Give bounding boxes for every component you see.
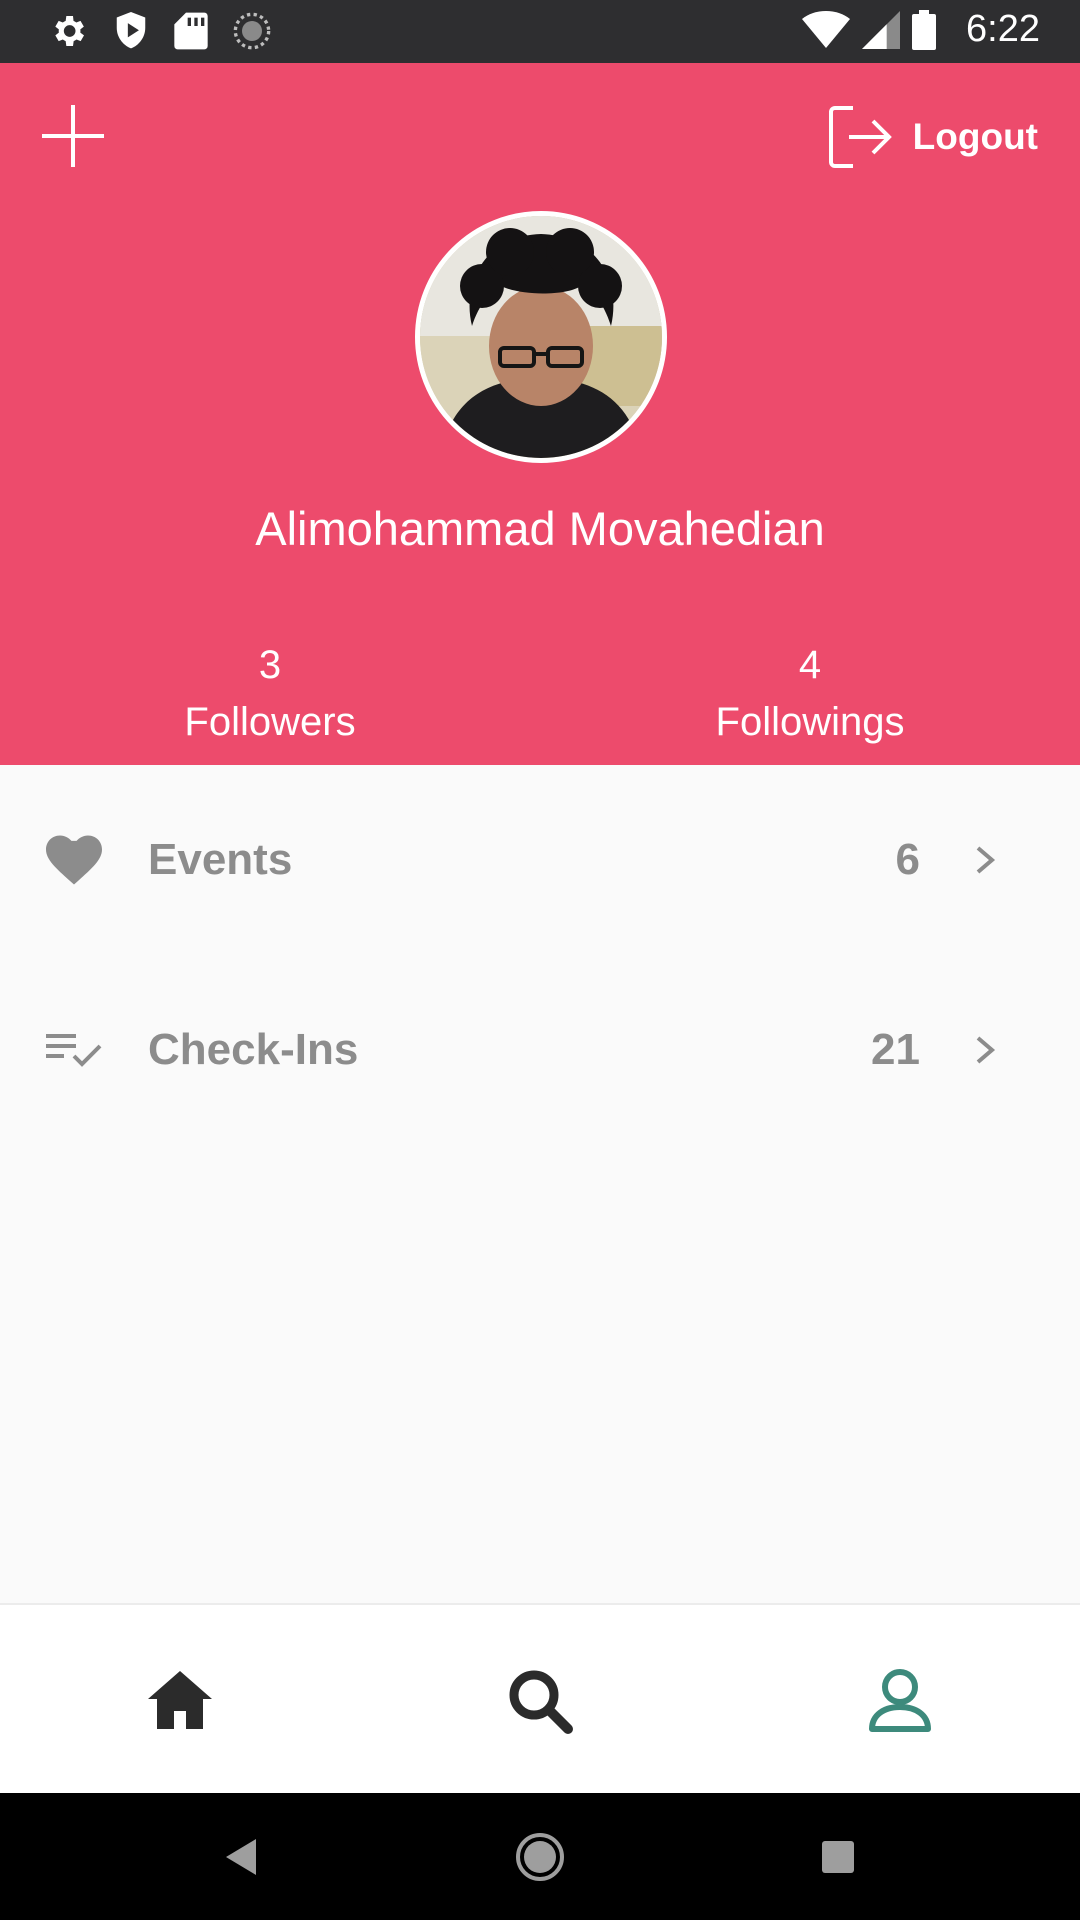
nav-home-button[interactable] (144, 1665, 216, 1737)
user-name: Alimohammad Movahedian (255, 502, 825, 555)
avatar[interactable] (415, 211, 667, 463)
signal-icon (862, 10, 901, 49)
nav-profile-button[interactable] (864, 1665, 936, 1737)
followings-stat[interactable]: 4 Followings (610, 637, 1010, 751)
check-ins-label: Check-Ins (148, 1025, 359, 1074)
followers-count: 3 (258, 643, 282, 687)
system-home-button[interactable] (508, 1825, 572, 1889)
gear-icon (55, 16, 84, 46)
status-right-icons: 6:22 (802, 8, 1040, 51)
search-icon (509, 1670, 573, 1734)
bottom-nav (0, 1603, 1080, 1793)
chevron-right-icon (976, 1036, 996, 1064)
add-button[interactable] (40, 103, 106, 169)
profile-icon (869, 1669, 931, 1732)
list-check-icon (46, 1022, 102, 1078)
followings-label: Followings (715, 700, 905, 744)
check-ins-row[interactable]: Check-Ins 21 (0, 990, 1080, 1110)
shield-play-icon (116, 12, 146, 49)
logout-label: Logout (912, 116, 1038, 157)
avatar-photo (420, 216, 662, 458)
events-count: 6 (895, 835, 920, 884)
home-circle-icon (516, 1833, 564, 1881)
system-recents-button[interactable] (806, 1825, 870, 1889)
profile-header: Logout Alimohammad Movahedian 3 Follower… (0, 63, 1080, 765)
status-time: 6:22 (966, 8, 1040, 50)
battery-icon (912, 9, 937, 50)
followers-label: Followers (184, 700, 356, 744)
plus-icon (42, 105, 104, 167)
logout-icon (828, 106, 892, 168)
followers-stat[interactable]: 3 Followers (70, 637, 470, 751)
system-nav-bar (0, 1793, 1080, 1920)
events-row[interactable]: Events 6 (0, 800, 1080, 920)
system-back-button[interactable] (210, 1825, 274, 1889)
check-ins-count: 21 (871, 1025, 920, 1074)
chevron-right-icon (976, 846, 996, 874)
sd-card-icon (174, 12, 208, 50)
home-icon (148, 1671, 212, 1729)
status-bar: 6:22 (0, 0, 1080, 63)
status-left-icons (48, 10, 272, 52)
heart-icon (46, 832, 102, 888)
back-icon (226, 1839, 256, 1875)
sync-icon (233, 12, 271, 50)
nav-search-button[interactable] (504, 1665, 576, 1737)
followings-count: 4 (798, 643, 822, 687)
recents-icon (822, 1841, 854, 1873)
wifi-icon (802, 10, 851, 48)
events-label: Events (148, 835, 293, 884)
logout-button[interactable]: Logout (827, 103, 1038, 171)
